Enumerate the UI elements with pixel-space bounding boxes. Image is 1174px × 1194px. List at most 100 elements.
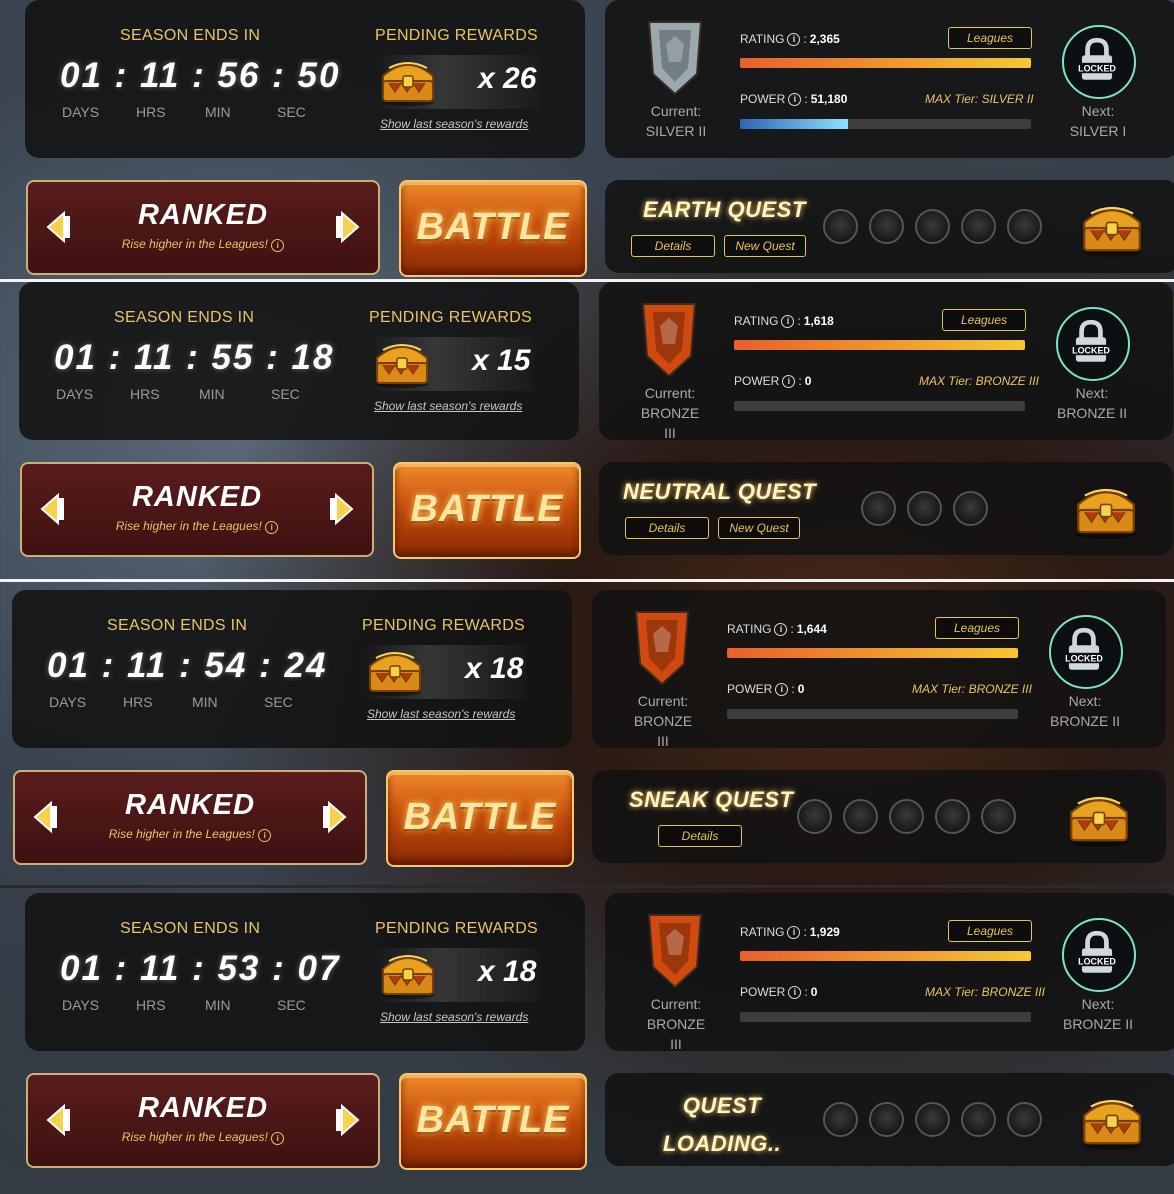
treasure-chest-icon[interactable] (369, 336, 435, 390)
info-icon[interactable]: i (788, 92, 802, 106)
current-label: Current: (637, 693, 689, 709)
quest-title: SNEAK QUEST (629, 787, 794, 812)
rating-progress-bar (734, 340, 1025, 350)
current-label: Current: (650, 103, 702, 119)
lock-icon: LOCKED (1064, 627, 1104, 670)
leagues-button[interactable]: Leagues (935, 617, 1019, 639)
max-tier-label: MAX Tier: BRONZE III (912, 682, 1032, 696)
show-last-season-rewards-link[interactable]: Show last season's rewards (380, 117, 528, 131)
season-ends-title: SEASON ENDS IN (120, 920, 261, 937)
power-label: POWER i : 0 (740, 985, 817, 999)
info-icon[interactable]: i (775, 682, 789, 696)
power-label: POWER i : 0 (727, 682, 804, 696)
info-icon[interactable]: i (271, 239, 285, 252)
show-last-season-rewards-link[interactable]: Show last season's rewards (367, 707, 515, 721)
treasure-chest-icon[interactable] (1075, 198, 1149, 258)
show-last-season-rewards-link[interactable]: Show last season's rewards (380, 1010, 528, 1024)
rating-colon: : (797, 314, 801, 328)
current-league-name: SILVER II (645, 123, 707, 139)
leagues-button[interactable]: Leagues (942, 309, 1026, 331)
info-icon[interactable]: i (788, 985, 802, 999)
timer-label-min: MIN (192, 694, 218, 710)
season-ends-title: SEASON ENDS IN (107, 617, 248, 634)
info-icon[interactable]: i (258, 829, 272, 842)
quest-loading-line-2: LOADING.. (662, 1131, 782, 1156)
treasure-chest-icon[interactable] (375, 947, 441, 1001)
ranked-mode-selector[interactable]: RANKED Rise higher in the Leagues! i (26, 180, 380, 275)
season-panel: SEASON ENDS IN 01 : 11 : 54 : 24 DAYS HR… (12, 590, 572, 748)
quest-progress-dot (1007, 209, 1042, 244)
chevron-right-icon[interactable] (326, 492, 356, 526)
quest-progress-dot (869, 1102, 904, 1137)
rating-colon: : (790, 622, 794, 636)
ranked-mode-selector[interactable]: RANKED Rise higher in the Leagues! i (20, 462, 374, 557)
leagues-button[interactable]: Leagues (948, 920, 1032, 942)
season-panel: SEASON ENDS IN 01 : 11 : 53 : 07 DAYS HR… (25, 893, 585, 1051)
quest-details-button[interactable]: Details (658, 825, 742, 847)
info-icon[interactable]: i (782, 374, 796, 388)
info-icon[interactable]: i (265, 521, 279, 534)
rating-label: RATING i : 2,365 (740, 32, 840, 46)
quest-progress-dot (797, 799, 832, 834)
screen-frame-2: SEASON ENDS IN 01 : 11 : 55 : 18 DAYS HR… (0, 282, 1174, 578)
battle-button[interactable]: BATTLE (399, 1073, 587, 1170)
power-label: POWER i : 51,180 (740, 92, 847, 106)
info-icon[interactable]: i (787, 925, 801, 939)
season-timer: 01 : 11 : 54 : 24 (47, 646, 328, 685)
info-icon[interactable]: i (781, 314, 795, 328)
timer-label-days: DAYS (62, 997, 100, 1013)
treasure-chest-icon[interactable] (1062, 788, 1136, 848)
treasure-chest-icon[interactable] (375, 54, 441, 108)
next-league: Next: SILVER I (1055, 101, 1141, 141)
quest-progress-dot (843, 799, 878, 834)
quest-details-button[interactable]: Details (631, 235, 715, 257)
league-badge-icon (647, 914, 703, 989)
timer-label-sec: SEC (277, 997, 306, 1013)
battle-button[interactable]: BATTLE (386, 770, 574, 867)
ranked-title: RANKED (137, 1092, 269, 1124)
chevron-right-icon[interactable] (332, 1103, 362, 1137)
treasure-chest-icon[interactable] (1075, 1091, 1149, 1151)
pending-reward-count: x 15 (472, 344, 531, 377)
quest-panel: SNEAK QUEST Details (592, 770, 1166, 863)
quest-details-button[interactable]: Details (625, 517, 709, 539)
rating-text: RATING (740, 32, 785, 46)
battle-button[interactable]: BATTLE (393, 462, 581, 559)
power-text: POWER (727, 682, 773, 696)
battle-label: BATTLE (416, 1099, 570, 1141)
next-league-lock: LOCKED (1062, 918, 1136, 992)
screen-frame-3: SEASON ENDS IN 01 : 11 : 54 : 24 DAYS HR… (0, 590, 1167, 886)
quest-progress-dot (915, 209, 950, 244)
max-tier-label: MAX Tier: BRONZE III (919, 374, 1039, 388)
info-icon[interactable]: i (774, 622, 788, 636)
power-colon: : (798, 374, 802, 388)
ranked-mode-selector[interactable]: RANKED Rise higher in the Leagues! i (13, 770, 367, 865)
next-label: Next: (1075, 385, 1109, 401)
battle-button[interactable]: BATTLE (399, 180, 587, 277)
treasure-chest-icon[interactable] (362, 644, 428, 698)
chevron-right-icon[interactable] (332, 210, 362, 244)
ranked-mode-selector[interactable]: RANKED Rise higher in the Leagues! i (26, 1073, 380, 1168)
power-colon: : (791, 682, 795, 696)
locked-text: LOCKED (1065, 653, 1103, 663)
power-text: POWER (734, 374, 780, 388)
timer-label-min: MIN (205, 104, 231, 120)
ranked-subtitle: Rise higher in the Leagues! i (28, 1130, 378, 1145)
rating-progress-bar (740, 58, 1031, 68)
new-quest-button[interactable]: New Quest (724, 235, 806, 257)
next-league: Next: BRONZE II (1049, 383, 1135, 423)
quest-progress-dot (961, 1102, 996, 1137)
next-league: Next: BRONZE II (1042, 691, 1128, 731)
new-quest-button[interactable]: New Quest (718, 517, 800, 539)
timer-label-hrs: HRS (136, 997, 166, 1013)
leagues-button[interactable]: Leagues (948, 27, 1032, 49)
rating-colon: : (803, 32, 807, 46)
treasure-chest-icon[interactable] (1069, 480, 1143, 540)
info-icon[interactable]: i (787, 32, 801, 46)
chevron-right-icon[interactable] (319, 800, 349, 834)
rating-text: RATING (734, 314, 779, 328)
info-icon[interactable]: i (271, 1132, 285, 1145)
show-last-season-rewards-link[interactable]: Show last season's rewards (374, 399, 522, 413)
league-panel: Current: SILVER II RATING i : 2,365 Leag… (605, 0, 1174, 158)
quest-title: NEUTRAL QUEST (623, 479, 817, 504)
